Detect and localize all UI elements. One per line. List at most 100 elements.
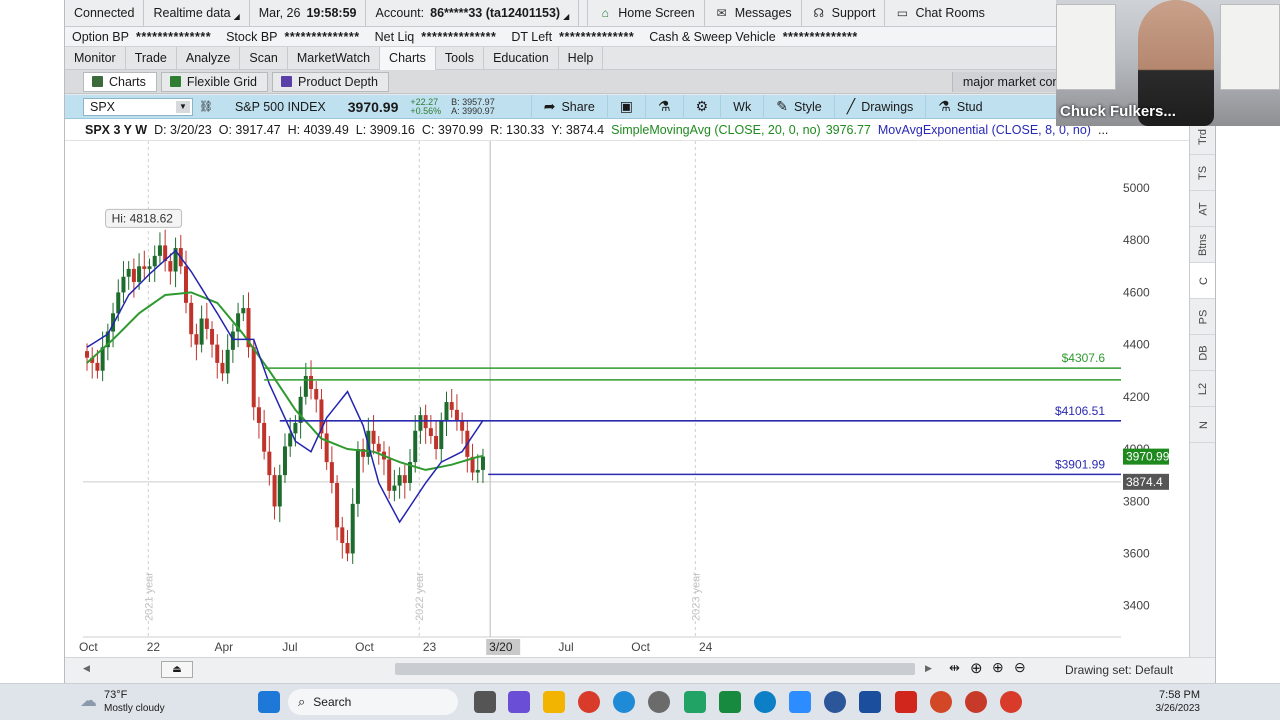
candle-body	[449, 402, 454, 410]
chevron-down-icon[interactable]: ▼	[176, 100, 190, 113]
price-level-label: $3901.99	[1055, 457, 1105, 471]
chrome-icon[interactable]	[578, 691, 600, 713]
tab-at-label: AT	[1197, 201, 1210, 216]
start-icon[interactable]	[258, 691, 280, 713]
year-label: 2023 year	[690, 572, 702, 621]
menu-tools[interactable]: Tools	[436, 46, 485, 70]
menu-trade[interactable]: Trade	[126, 46, 177, 70]
task-view-icon[interactable]	[474, 691, 496, 713]
tab-ps[interactable]: PS	[1190, 299, 1215, 335]
home-screen-button[interactable]: ⌂ Home Screen	[587, 0, 703, 27]
support-button[interactable]: ☊ Support	[800, 0, 885, 27]
bar-open: O: 3917.47	[218, 122, 281, 137]
zoom-to-fit-icon[interactable]: ⏏	[161, 661, 193, 678]
temperature[interactable]: 73°F	[104, 689, 127, 701]
connection-status: Connected	[65, 0, 145, 27]
share-button[interactable]: ➦ Share	[530, 94, 607, 119]
cloud-icon[interactable]: ☁	[80, 691, 97, 711]
clock-time[interactable]: 7:58 PM	[1148, 689, 1200, 701]
symbol-input[interactable]: SPX ▼	[83, 97, 193, 116]
tab-product-depth[interactable]: Product Depth	[272, 71, 389, 92]
chart-panel[interactable]: 2021 year 2022 year 2023 year 3400 3600 3800 4…	[65, 141, 1189, 657]
style-button[interactable]: ✎ Style	[763, 94, 834, 119]
menu-charts[interactable]: Charts	[380, 46, 436, 70]
taskbar-search[interactable]: ⌕ Search	[288, 689, 458, 715]
chat-rooms-button[interactable]: ▭ Chat Rooms	[884, 0, 993, 27]
pencil-icon: ╱	[846, 98, 856, 114]
link-icon[interactable]: ⛓	[199, 100, 213, 113]
flask-button[interactable]: ⚗	[645, 94, 683, 119]
candle-body	[418, 415, 423, 431]
menu-marketwatch[interactable]: MarketWatch	[288, 46, 381, 70]
high-label: Hi: 4818.62	[112, 211, 174, 225]
browser-icon[interactable]	[613, 691, 635, 713]
realtime-status[interactable]: Realtime data ◢	[144, 0, 250, 27]
chrome-second-icon[interactable]	[1000, 691, 1022, 713]
tab-n[interactable]: N	[1190, 407, 1215, 443]
candle-body	[413, 430, 418, 463]
menu-education[interactable]: Education	[484, 46, 559, 70]
menu-scan[interactable]: Scan	[240, 46, 288, 70]
tab-at[interactable]: AT	[1190, 191, 1215, 227]
menu-analyze[interactable]: Analyze	[177, 46, 241, 70]
candle-body	[282, 446, 287, 476]
edge-icon[interactable]	[754, 691, 776, 713]
studies-button[interactable]: ⚗ Stud	[925, 94, 994, 119]
option-bp-label: Option BP	[72, 29, 129, 44]
price-chart[interactable]: 2021 year 2022 year 2023 year 3400 3600 3800 4…	[65, 141, 1189, 657]
zoom-app-icon[interactable]	[789, 691, 811, 713]
clock-date[interactable]: 3/26/2023	[1140, 703, 1201, 714]
weather-text[interactable]: Mostly cloudy	[104, 703, 165, 714]
tab-charts-label: Charts	[109, 74, 146, 89]
tab-ts[interactable]: TS	[1190, 155, 1215, 191]
acrobat-icon[interactable]	[895, 691, 917, 713]
scroll-right-icon[interactable]: ▶	[925, 663, 932, 674]
candle-body	[298, 396, 303, 423]
zoom-in-icon[interactable]: ⊕	[992, 659, 1004, 676]
thinkorswim-taskbar-icon[interactable]	[719, 691, 741, 713]
account-selector[interactable]: Account: 86*****33 (ta12401153) ◢	[366, 0, 580, 27]
menu-monitor[interactable]: Monitor	[65, 46, 126, 70]
tab-db[interactable]: DB	[1190, 335, 1215, 371]
tab-c[interactable]: C	[1190, 263, 1215, 299]
status-bar: Connected Realtime data ◢ Mar, 26 19:58:59…	[65, 0, 1215, 27]
bar-high: H: 4039.49	[287, 122, 349, 137]
candle-body	[439, 420, 444, 450]
y-tick-label: 3800	[1123, 494, 1150, 508]
period-selector[interactable]: Wk	[720, 94, 763, 119]
file-explorer-icon[interactable]	[543, 691, 565, 713]
menu-help[interactable]: Help	[559, 46, 604, 70]
settings-button[interactable]: ⚙	[682, 94, 721, 119]
sma-label[interactable]: SimpleMovingAvg (CLOSE, 20, 0, no)	[611, 123, 821, 137]
green-app-icon[interactable]	[684, 691, 706, 713]
ask-value: A: 3990.97	[451, 105, 495, 116]
outlook-icon[interactable]	[859, 691, 881, 713]
crosshair-icon[interactable]: ⊕	[970, 659, 983, 677]
tab-flexible-grid[interactable]: Flexible Grid	[160, 71, 268, 92]
search-label: Search	[313, 695, 352, 709]
tab-btns[interactable]: Btns	[1190, 227, 1215, 263]
zoom-out-icon[interactable]: ⊖	[1014, 659, 1026, 676]
depth-icon	[281, 76, 292, 87]
word-icon[interactable]	[824, 691, 846, 713]
chrome-profile-icon[interactable]	[965, 691, 987, 713]
settings-app-icon[interactable]	[648, 691, 670, 713]
scroll-left-icon[interactable]: ◀	[83, 663, 90, 674]
save-button[interactable]: ▣	[606, 94, 645, 119]
expand-icon[interactable]: ⇹	[949, 660, 960, 676]
x-tick-label: Apr	[214, 640, 233, 654]
horizontal-scrollbar[interactable]	[395, 663, 915, 675]
drawings-button[interactable]: ╱ Drawings	[833, 94, 926, 119]
candle-body	[392, 485, 397, 491]
teams-icon[interactable]	[508, 691, 530, 713]
candle-body	[126, 268, 131, 277]
candle-body	[288, 433, 293, 447]
tab-db-label: DB	[1197, 344, 1210, 361]
powerpoint-icon[interactable]	[930, 691, 952, 713]
tab-charts[interactable]: Charts	[83, 71, 157, 92]
drawing-set-label[interactable]: Drawing set: Default	[1065, 663, 1173, 677]
messages-button[interactable]: ✉ Messages	[703, 0, 801, 27]
windows-taskbar: ☁ 73°F Mostly cloudy ⌕ Search 7:58 PM 3/2…	[0, 683, 1280, 720]
tab-l2[interactable]: L2	[1190, 371, 1215, 407]
account-value: 86*****33 (ta12401153)	[430, 6, 561, 20]
